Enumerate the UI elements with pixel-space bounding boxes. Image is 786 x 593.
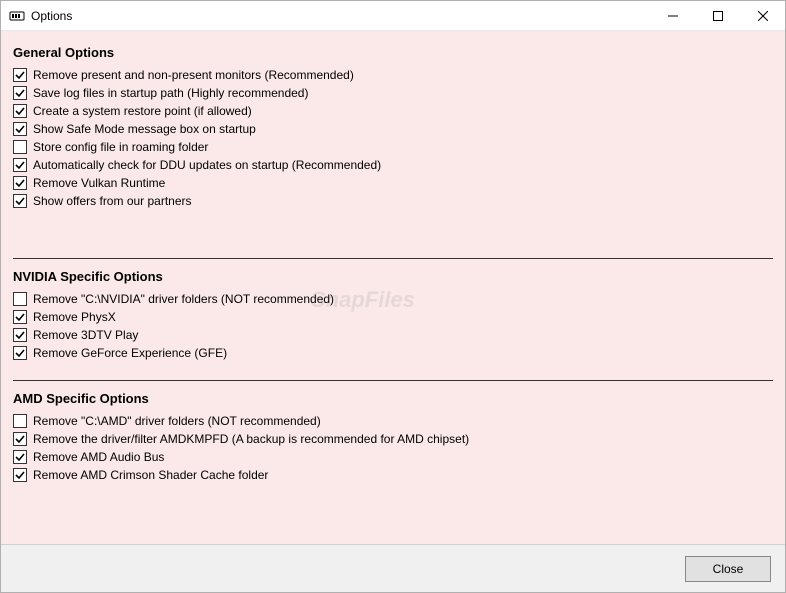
nvidia-option-row: Remove 3DTV Play [13,326,773,344]
window-title: Options [31,9,72,23]
general-checkbox-6[interactable] [13,176,27,190]
nvidia-section-title: NVIDIA Specific Options [13,269,773,284]
general-option-label: Automatically check for DDU updates on s… [33,158,381,172]
window-controls [650,1,785,30]
amd-checkbox-0[interactable] [13,414,27,428]
general-option-label: Save log files in startup path (Highly r… [33,86,308,100]
amd-option-label: Remove the driver/filter AMDKMPFD (A bac… [33,432,469,446]
close-window-button[interactable] [740,1,785,30]
separator [13,380,773,381]
amd-option-label: Remove AMD Crimson Shader Cache folder [33,468,268,482]
general-checkbox-3[interactable] [13,122,27,136]
amd-checkbox-1[interactable] [13,432,27,446]
app-icon [9,8,25,24]
general-option-row: Remove Vulkan Runtime [13,174,773,192]
amd-option-label: Remove "C:\AMD" driver folders (NOT reco… [33,414,321,428]
nvidia-checkbox-1[interactable] [13,310,27,324]
general-option-row: Remove present and non-present monitors … [13,66,773,84]
close-button[interactable]: Close [685,556,771,582]
separator [13,258,773,259]
nvidia-option-row: Remove PhysX [13,308,773,326]
amd-section-title: AMD Specific Options [13,391,773,406]
general-checkbox-0[interactable] [13,68,27,82]
maximize-button[interactable] [695,1,740,30]
general-option-row: Show offers from our partners [13,192,773,210]
nvidia-option-label: Remove GeForce Experience (GFE) [33,346,227,360]
general-option-row: Save log files in startup path (Highly r… [13,84,773,102]
nvidia-option-label: Remove 3DTV Play [33,328,138,342]
general-checkbox-1[interactable] [13,86,27,100]
general-option-label: Store config file in roaming folder [33,140,208,154]
nvidia-checkbox-3[interactable] [13,346,27,360]
general-checkbox-5[interactable] [13,158,27,172]
general-option-label: Create a system restore point (if allowe… [33,104,252,118]
general-option-row: Store config file in roaming folder [13,138,773,156]
nvidia-option-row: Remove "C:\NVIDIA" driver folders (NOT r… [13,290,773,308]
general-option-label: Remove Vulkan Runtime [33,176,165,190]
nvidia-option-label: Remove PhysX [33,310,116,324]
amd-option-row: Remove "C:\AMD" driver folders (NOT reco… [13,412,773,430]
general-option-row: Create a system restore point (if allowe… [13,102,773,120]
amd-option-label: Remove AMD Audio Bus [33,450,164,464]
general-option-row: Show Safe Mode message box on startup [13,120,773,138]
general-checkbox-7[interactable] [13,194,27,208]
nvidia-option-row: Remove GeForce Experience (GFE) [13,344,773,362]
nvidia-options-list: Remove "C:\NVIDIA" driver folders (NOT r… [13,290,773,362]
footer: Close [1,544,785,592]
nvidia-option-label: Remove "C:\NVIDIA" driver folders (NOT r… [33,292,334,306]
general-option-row: Automatically check for DDU updates on s… [13,156,773,174]
titlebar: Options [1,1,785,31]
general-option-label: Show offers from our partners [33,194,192,208]
general-checkbox-2[interactable] [13,104,27,118]
minimize-button[interactable] [650,1,695,30]
general-section-title: General Options [13,45,773,60]
nvidia-checkbox-2[interactable] [13,328,27,342]
amd-checkbox-3[interactable] [13,468,27,482]
amd-options-list: Remove "C:\AMD" driver folders (NOT reco… [13,412,773,484]
general-checkbox-4[interactable] [13,140,27,154]
amd-checkbox-2[interactable] [13,450,27,464]
options-content: General Options Remove present and non-p… [1,31,785,544]
amd-option-row: Remove AMD Crimson Shader Cache folder [13,466,773,484]
general-options-list: Remove present and non-present monitors … [13,66,773,210]
amd-option-row: Remove the driver/filter AMDKMPFD (A bac… [13,430,773,448]
nvidia-checkbox-0[interactable] [13,292,27,306]
amd-option-row: Remove AMD Audio Bus [13,448,773,466]
general-option-label: Remove present and non-present monitors … [33,68,354,82]
general-option-label: Show Safe Mode message box on startup [33,122,256,136]
